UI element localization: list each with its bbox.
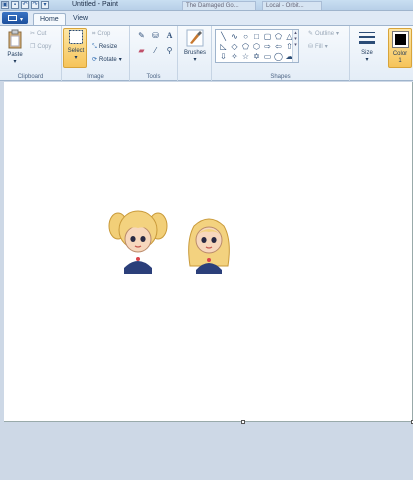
crop-button[interactable]: ⌗ Crop — [92, 29, 110, 39]
tools-group: ✎ ⛁ A ▰ ⁄ ⚲ Tools — [130, 26, 178, 82]
clipboard-group: Paste ▾ ✂ Cut ❐ Copy Clipboard — [0, 26, 62, 82]
select-button[interactable]: Select ▾ — [63, 28, 87, 68]
five-point-star-shape-icon[interactable]: ☆ — [240, 52, 251, 62]
eraser-icon[interactable]: ▰ — [136, 45, 147, 56]
right-triangle-shape-icon[interactable]: ◺ — [218, 42, 229, 52]
brushes-button[interactable]: Brushes ▾ — [182, 29, 208, 63]
cut-label: Cut — [37, 31, 47, 37]
pencil-icon[interactable]: ✎ — [136, 30, 147, 41]
oval-callout-shape-icon[interactable]: ◯ — [273, 52, 284, 62]
clipboard-group-label: Clipboard — [17, 74, 44, 80]
size-group: Size ▾ — [350, 26, 384, 82]
magnifier-icon[interactable]: ⚲ — [164, 45, 175, 56]
ribbon: Paste ▾ ✂ Cut ❐ Copy Clipboard Select ▾ … — [0, 25, 413, 82]
clipboard-icon — [8, 29, 22, 49]
image-group-label: Image — [87, 74, 104, 80]
six-point-star-shape-icon[interactable]: ✡ — [251, 52, 262, 62]
fill-button[interactable]: ⛁ Fill ▾ — [308, 42, 328, 52]
copy-button[interactable]: ❐ Copy — [30, 42, 51, 52]
quick-access-toolbar: ▣ ▪ ↶ ↷ ▾ — [1, 1, 49, 9]
line-shape-icon[interactable]: ╲ — [218, 32, 229, 42]
color-1-swatch — [392, 31, 409, 48]
resize-label: Resize — [98, 44, 118, 50]
rotate-button[interactable]: ⟳ Rotate ▾ — [92, 55, 122, 65]
tools-grid: ✎ ⛁ A ▰ ⁄ ⚲ — [136, 30, 175, 56]
brush-icon — [186, 29, 204, 47]
outline-icon: ✎ — [308, 31, 314, 37]
background-window-tab[interactable]: The Damaged Go... — [182, 1, 256, 10]
character-sprite-curls — [188, 218, 230, 274]
chevron-down-icon: ▾ — [74, 55, 78, 61]
paste-button[interactable]: Paste ▾ — [4, 29, 26, 65]
shapes-gallery-scroller[interactable]: ▴ ▾ ▾ — [292, 30, 298, 62]
chevron-down-icon: ▾ — [193, 57, 197, 63]
resize-icon: ⤡ — [92, 44, 97, 50]
outline-button[interactable]: ✎ Outline ▾ — [308, 29, 339, 39]
shapes-gallery: ╲ ∿ ○ □ ▢ ⬠ △ ◺ ◇ ⬠ ⬡ ⇨ ⇦ ⇧ ⇩ ✧ ☆ ✡ ▭ ◯ — [215, 29, 299, 63]
size-button[interactable]: Size ▾ — [356, 29, 378, 63]
undo-icon[interactable]: ↶ — [21, 1, 29, 9]
color-1-label: Color 1 — [392, 51, 408, 64]
line-size-icon — [359, 32, 375, 44]
title-bar: ▣ ▪ ↶ ↷ ▾ Untitled - Paint The Damaged G… — [0, 0, 413, 11]
chevron-down-icon: ▾ — [20, 17, 24, 23]
curve-shape-icon[interactable]: ∿ — [229, 32, 240, 42]
cut-button[interactable]: ✂ Cut — [30, 29, 46, 39]
tab-view[interactable]: View — [67, 13, 94, 25]
image-group: Select ▾ ⌗ Crop ⤡ Resize ⟳ Rotate ▾ Imag… — [62, 26, 130, 82]
chevron-down-icon: ▾ — [118, 57, 122, 63]
workspace — [0, 82, 413, 480]
crop-icon: ⌗ — [92, 31, 96, 37]
hexagon-shape-icon[interactable]: ⬡ — [251, 42, 262, 52]
tab-home[interactable]: Home — [33, 13, 66, 25]
character-sprite-pigtails — [108, 210, 168, 274]
shapes-group-label: Shapes — [270, 74, 291, 80]
window-title: Untitled - Paint — [72, 1, 118, 8]
shapes-grid: ╲ ∿ ○ □ ▢ ⬠ △ ◺ ◇ ⬠ ⬡ ⇨ ⇦ ⇧ ⇩ ✧ ☆ ✡ ▭ ◯ — [218, 32, 295, 62]
rotate-icon: ⟳ — [92, 57, 98, 63]
callout-shape-icon[interactable]: ▭ — [262, 52, 273, 62]
resize-button[interactable]: ⤡ Resize — [92, 42, 117, 52]
chevron-down-icon: ▾ — [324, 44, 328, 50]
canvas-resize-handle[interactable] — [241, 420, 245, 424]
fill-label: Fill — [315, 44, 323, 50]
copy-label: Copy — [37, 44, 52, 50]
outline-label: Outline — [315, 31, 335, 37]
rectangle-shape-icon[interactable]: □ — [251, 32, 262, 42]
diamond-shape-icon[interactable]: ◇ — [229, 42, 240, 52]
polygon-shape-icon[interactable]: ⬠ — [273, 32, 284, 42]
selection-icon — [69, 30, 83, 44]
crop-label: Crop — [97, 31, 111, 37]
scissors-icon: ✂ — [30, 31, 36, 37]
chevron-down-icon: ▾ — [336, 31, 340, 37]
color-1-button[interactable]: Color 1 — [388, 28, 412, 68]
oval-shape-icon[interactable]: ○ — [240, 32, 251, 42]
text-tool-icon[interactable]: A — [164, 30, 175, 41]
menu-icon — [8, 15, 17, 21]
redo-icon[interactable]: ↷ — [31, 1, 39, 9]
ribbon-tab-row: ▾ Home View — [0, 11, 413, 25]
shapes-group: ╲ ∿ ○ □ ▢ ⬠ △ ◺ ◇ ⬠ ⬡ ⇨ ⇦ ⇧ ⇩ ✧ ☆ ✡ ▭ ◯ — [212, 26, 350, 82]
drawing-canvas[interactable] — [4, 82, 413, 424]
tools-group-label: Tools — [146, 74, 161, 80]
down-arrow-shape-icon[interactable]: ⇩ — [218, 52, 229, 62]
rotate-label: Rotate — [99, 57, 117, 63]
copy-icon: ❐ — [30, 44, 36, 50]
save-icon[interactable]: ▪ — [11, 1, 19, 9]
right-arrow-shape-icon[interactable]: ⇨ — [262, 42, 273, 52]
four-point-star-shape-icon[interactable]: ✧ — [229, 52, 240, 62]
paint-menu-button[interactable]: ▾ — [2, 12, 28, 24]
fill-icon: ⛁ — [308, 44, 314, 50]
color-picker-icon[interactable]: ⁄ — [150, 45, 161, 56]
rounded-rectangle-shape-icon[interactable]: ▢ — [262, 32, 273, 42]
chevron-down-icon: ▾ — [13, 59, 17, 65]
left-arrow-shape-icon[interactable]: ⇦ — [273, 42, 284, 52]
brushes-group: Brushes ▾ — [178, 26, 212, 82]
paint-app-icon[interactable]: ▣ — [1, 1, 9, 9]
background-window-tab[interactable]: Local - Orbit... — [262, 1, 322, 10]
fill-bucket-icon[interactable]: ⛁ — [150, 30, 161, 41]
pentagon-shape-icon[interactable]: ⬠ — [240, 42, 251, 52]
chevron-down-icon: ▾ — [365, 57, 369, 63]
customize-qat-icon[interactable]: ▾ — [41, 1, 49, 9]
